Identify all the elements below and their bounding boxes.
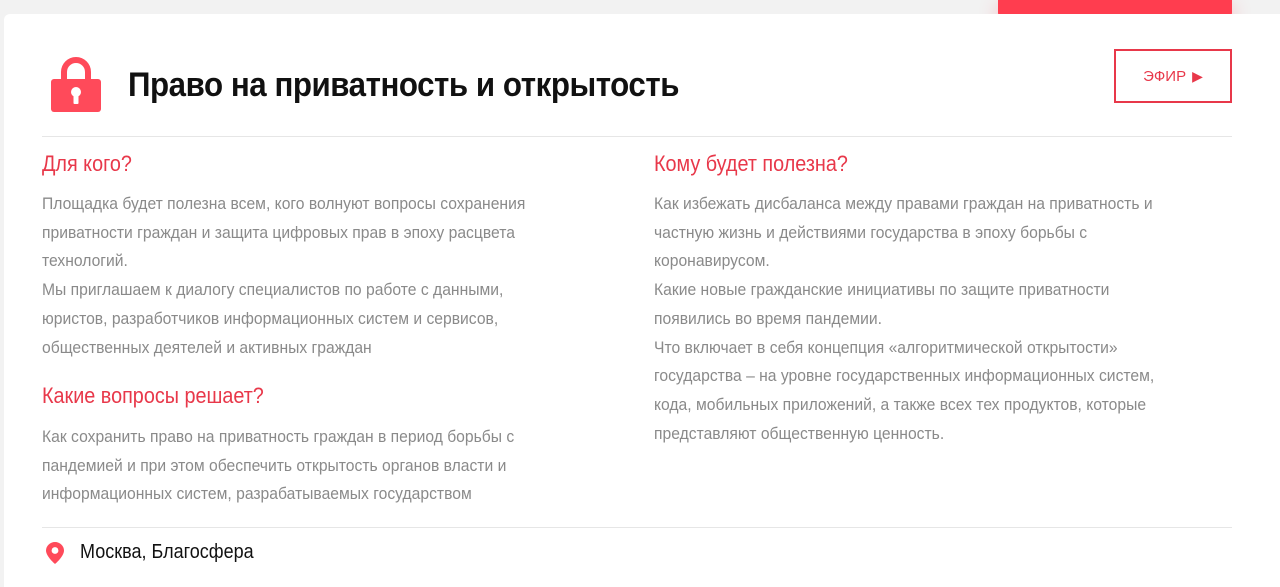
questions-heading: Какие вопросы решает?	[42, 383, 264, 408]
efir-button[interactable]: ЭФИР ▶	[1114, 49, 1232, 103]
footer-divider	[42, 527, 1232, 528]
text-line: юристов, разработчиков информационных си…	[42, 309, 499, 328]
efir-button-label: ЭФИР	[1143, 67, 1187, 85]
text-line: кода, мобильных приложений, а также всех…	[654, 395, 1147, 414]
text-line: Площадка будет полезна всем, кого волную…	[42, 195, 526, 213]
lock-icon	[51, 57, 101, 112]
text-line: технологий.	[42, 252, 128, 271]
text-line: Что включает в себя концепция «алгоритми…	[654, 338, 1118, 357]
page-title: Право на приватность и открытость	[128, 66, 679, 104]
text-line: Как избежать дисбаланса между правами гр…	[654, 195, 1153, 213]
text-line: информационных систем, разрабатываемых г…	[42, 485, 472, 504]
text-line: Какие новые гражданские инициативы по за…	[654, 281, 1110, 300]
text-line: Мы приглашаем к диалогу специалистов по …	[42, 281, 504, 300]
questions-text: Как сохранить право на приватность гражд…	[42, 423, 514, 509]
text-line: появились во время пандемии.	[654, 309, 883, 328]
for-whom-text: Площадка будет полезна всем, кого волную…	[42, 190, 525, 362]
text-line: государства – на уровне государственных …	[654, 367, 1155, 386]
useful-for-heading: Кому будет полезна?	[654, 151, 848, 176]
text-line: общественных деятелей и активных граждан	[42, 338, 372, 357]
text-line: пандемией и при этом обеспечить открытос…	[42, 456, 507, 475]
event-location: Москва, Благосфера	[80, 541, 254, 563]
useful-for-text: Как избежать дисбаланса между правами гр…	[654, 190, 1154, 448]
text-line: частную жизнь и действиями государства в…	[654, 223, 1088, 242]
play-icon: ▶	[1192, 68, 1203, 84]
map-pin-icon	[46, 542, 64, 564]
text-line: представляют общественную ценность.	[654, 424, 945, 443]
text-line: приватности граждан и защита цифровых пр…	[42, 223, 515, 242]
header-divider	[42, 136, 1232, 137]
text-line: Как сохранить право на приватность гражд…	[42, 428, 515, 446]
for-whom-heading: Для кого?	[42, 151, 132, 176]
text-line: коронавирусом.	[654, 252, 770, 271]
